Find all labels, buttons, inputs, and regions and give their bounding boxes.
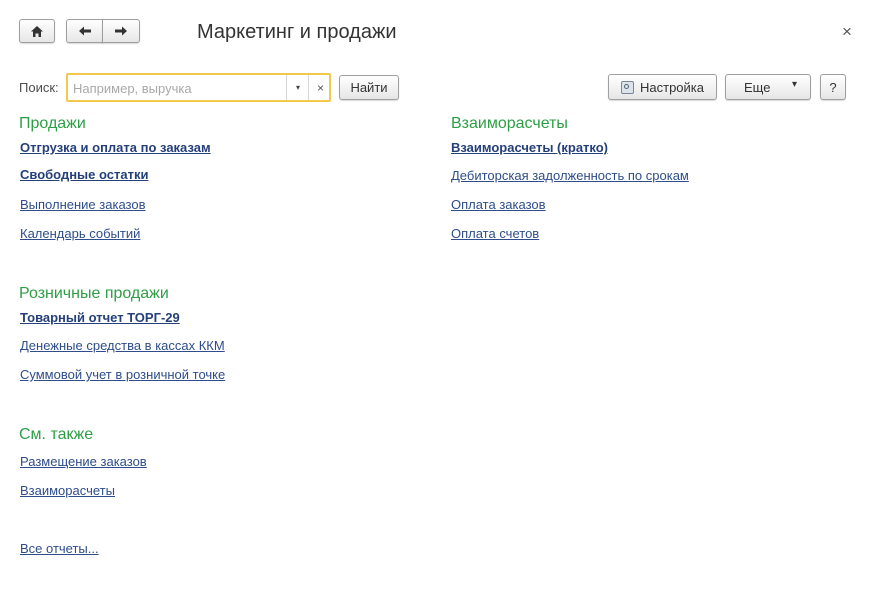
settings-icon [621,80,634,94]
more-button[interactable]: Еще ▾ [725,74,811,100]
all-reports-link[interactable]: Все отчеты... [20,541,99,556]
forward-button[interactable] [102,19,140,43]
report-link-event-calendar[interactable]: Календарь событий [20,226,140,241]
settings-button-label: Настройка [640,79,704,95]
settings-button[interactable]: Настройка [608,74,717,100]
home-button[interactable] [19,19,55,43]
search-input[interactable] [73,80,283,96]
report-link-invoice-payments[interactable]: Оплата счетов [451,226,539,241]
arrow-left-icon [78,26,91,36]
report-link-cash-kkm[interactable]: Денежные средства в кассах ККМ [20,338,225,353]
arrow-right-icon [115,26,127,36]
section-title-settlements: Взаиморасчеты [451,115,568,132]
report-link-order-placement[interactable]: Размещение заказов [20,454,147,469]
search-label: Поиск: [19,80,59,95]
section-title-sales: Продажи [19,115,86,132]
report-link-order-fulfillment[interactable]: Выполнение заказов [20,197,145,212]
search-field[interactable]: ▾ × [66,73,331,102]
report-link-retail-sum-accounting[interactable]: Суммовой учет в розничной точке [20,367,225,382]
home-icon [31,25,43,37]
search-dropdown-icon[interactable]: ▾ [286,75,309,100]
page-title: Маркетинг и продажи [197,21,397,43]
report-link-free-stock[interactable]: Свободные остатки [20,167,148,182]
back-button[interactable] [66,19,103,43]
more-button-label: Еще [744,79,771,95]
find-button[interactable]: Найти [339,75,399,100]
close-icon[interactable]: × [842,22,852,42]
report-link-receivables-aging[interactable]: Дебиторская задолженность по срокам [451,168,689,183]
search-clear-icon[interactable]: × [308,75,332,100]
section-title-retail: Розничные продажи [19,285,169,302]
report-link-settlements[interactable]: Взаиморасчеты [20,483,115,498]
help-button[interactable]: ? [820,74,846,100]
report-link-torg29[interactable]: Товарный отчет ТОРГ-29 [20,310,180,325]
report-link-shipment-payment[interactable]: Отгрузка и оплата по заказам [20,140,211,155]
section-title-see-also: См. также [19,426,94,443]
report-link-settlements-brief[interactable]: Взаиморасчеты (кратко) [451,140,608,155]
report-link-order-payments[interactable]: Оплата заказов [451,197,546,212]
chevron-down-icon: ▾ [792,79,798,90]
